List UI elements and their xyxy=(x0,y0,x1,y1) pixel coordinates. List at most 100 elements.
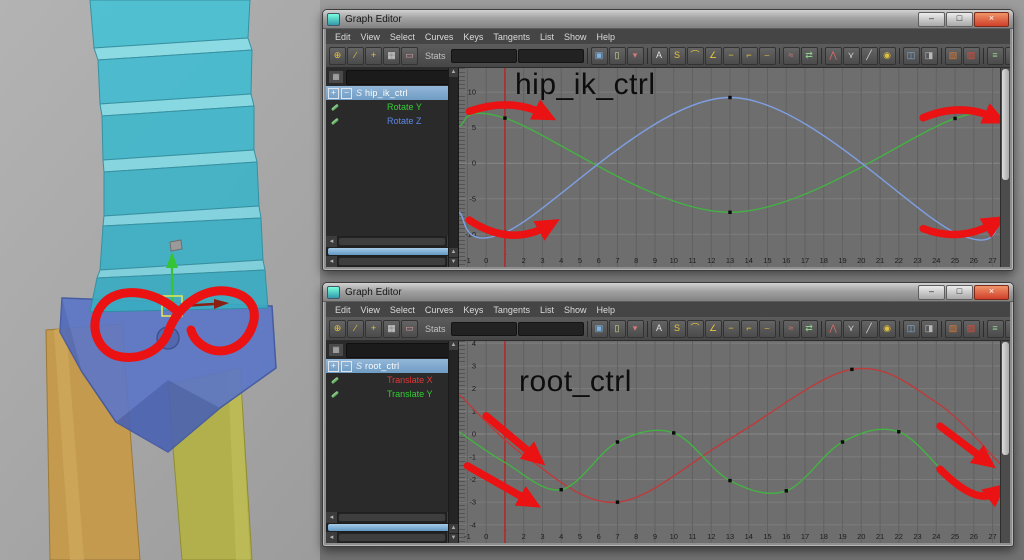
buffer-curve-snapshot-icon[interactable]: ≈ xyxy=(782,319,800,338)
plateau-tangents-icon[interactable]: ⌣ xyxy=(758,319,776,338)
swap-buffer-curves-icon[interactable]: ⇄ xyxy=(800,319,818,338)
auto-tangents-icon[interactable]: A xyxy=(650,319,668,338)
insert-keys-tool-icon[interactable]: ∕ xyxy=(347,319,364,338)
lock-tangent-weight-icon[interactable]: ◉ xyxy=(878,319,896,338)
center-current-time-icon[interactable]: ▾ xyxy=(626,319,644,338)
menu-curves[interactable]: Curves xyxy=(420,31,459,43)
channel-row-rotate-y[interactable]: Rotate Y xyxy=(326,100,458,114)
timeline-hscrollbar[interactable]: ◂ ▸ xyxy=(326,256,458,267)
menu-help[interactable]: Help xyxy=(591,304,620,316)
curve-chart[interactable]: -101234567891011121314151617181920212223… xyxy=(459,341,1000,543)
clamped-tangents-icon[interactable]: ⌒ xyxy=(686,46,704,65)
keyframe-dot[interactable] xyxy=(672,431,676,435)
region-select-keys-icon[interactable]: ▭ xyxy=(401,46,418,65)
timeline-hscrollbar[interactable]: ◂ ▸ xyxy=(326,532,458,543)
manipulator-center-cube[interactable] xyxy=(169,239,183,252)
frame-playback-range-icon[interactable]: ▯ xyxy=(608,319,626,338)
menu-tangents[interactable]: Tangents xyxy=(488,31,535,43)
scroll-left-icon[interactable]: ◂ xyxy=(326,512,337,523)
outliner-node-row[interactable]: + − S root_ctrl xyxy=(326,359,458,373)
menu-select[interactable]: Select xyxy=(385,31,420,43)
value-snap-icon[interactable]: ◨ xyxy=(920,46,938,65)
lattice-deform-keys-icon[interactable]: ▦ xyxy=(383,319,400,338)
keyframe-dot[interactable] xyxy=(615,440,620,444)
stats-time-field[interactable] xyxy=(450,48,517,63)
step-tangents-icon[interactable]: ⌐ xyxy=(740,46,758,65)
keyframe-dot[interactable] xyxy=(503,116,507,120)
break-tangents-icon[interactable]: ⋀ xyxy=(824,319,842,338)
channel-row-translate-x[interactable]: Translate X xyxy=(326,373,458,387)
time-snap-icon[interactable]: ◫ xyxy=(902,46,920,65)
keyframe-dot[interactable] xyxy=(728,95,732,100)
scroll-down-icon[interactable]: ▼ xyxy=(449,534,458,543)
scroll-up-icon[interactable]: ▲ xyxy=(449,68,458,77)
timeline-range-bar[interactable] xyxy=(326,523,458,532)
outliner-display-icon[interactable]: ▦ xyxy=(328,343,344,357)
menu-view[interactable]: View xyxy=(356,304,385,316)
linear-tangents-icon[interactable]: ∠ xyxy=(704,46,722,65)
menu-view[interactable]: View xyxy=(356,31,385,43)
collapse-icon[interactable]: − xyxy=(341,360,352,372)
menu-tangents[interactable]: Tangents xyxy=(488,304,535,316)
menu-list[interactable]: List xyxy=(535,304,559,316)
minimize-button[interactable]: – xyxy=(918,11,945,27)
keyframe-dot[interactable] xyxy=(897,430,901,434)
expand-icon[interactable]: + xyxy=(328,87,339,99)
minimize-button[interactable]: – xyxy=(918,284,945,300)
buffer-curve-snapshot-icon[interactable]: ≈ xyxy=(782,46,800,65)
region-select-keys-icon[interactable]: ▭ xyxy=(401,319,418,338)
swap-buffer-curves-icon[interactable]: ⇄ xyxy=(800,46,818,65)
pin-channel-icon[interactable]: ▨ xyxy=(962,46,980,65)
value-snap-icon[interactable]: ◨ xyxy=(920,319,938,338)
unify-tangents-icon[interactable]: ⋎ xyxy=(842,319,860,338)
free-tangent-weight-icon[interactable]: ╱ xyxy=(860,319,878,338)
keyframe-dot[interactable] xyxy=(850,367,854,372)
keyframe-dot[interactable] xyxy=(728,478,732,483)
outliner-hscrollbar[interactable]: ◂ ▸ xyxy=(326,236,458,247)
close-button[interactable]: × xyxy=(974,11,1009,27)
add-keys-tool-icon[interactable]: + xyxy=(365,46,382,65)
keyframe-dot[interactable] xyxy=(559,487,563,492)
normalized-curves-icon[interactable]: ≋ xyxy=(1004,46,1010,65)
stats-value-field[interactable] xyxy=(517,321,584,336)
menu-keys[interactable]: Keys xyxy=(458,304,488,316)
flat-tangents-icon[interactable]: − xyxy=(722,46,740,65)
curve-chart[interactable]: -101234567891011121314151617181920212223… xyxy=(459,68,1000,267)
clamped-tangents-icon[interactable]: ⌒ xyxy=(686,319,704,338)
move-nearest-pick-key-icon[interactable]: ⊕ xyxy=(329,319,346,338)
outliner-display-icon[interactable]: ▦ xyxy=(328,70,344,84)
outliner-hscrollbar[interactable]: ◂ ▸ xyxy=(326,512,458,523)
pin-channel-icon[interactable]: ▨ xyxy=(962,319,980,338)
maximize-button[interactable]: □ xyxy=(946,284,973,300)
lattice-deform-keys-icon[interactable]: ▦ xyxy=(383,46,400,65)
menu-help[interactable]: Help xyxy=(591,31,620,43)
menu-edit[interactable]: Edit xyxy=(330,304,356,316)
channel-row-rotate-z[interactable]: Rotate Z xyxy=(326,114,458,128)
scroll-up-icon[interactable]: ▲ xyxy=(449,341,458,350)
collapse-icon[interactable]: − xyxy=(341,87,352,99)
insert-keys-tool-icon[interactable]: ∕ xyxy=(347,46,364,65)
normalized-curves-icon[interactable]: ≋ xyxy=(1004,319,1010,338)
channel-tree[interactable]: + − S root_ctrl Translate X Translate Y xyxy=(326,359,458,512)
channel-row-translate-y[interactable]: Translate Y xyxy=(326,387,458,401)
expand-icon[interactable]: + xyxy=(328,360,339,372)
flat-tangents-icon[interactable]: − xyxy=(722,319,740,338)
menu-show[interactable]: Show xyxy=(559,31,592,43)
outliner-vscrollbar[interactable]: ▲ ▲ ▼ xyxy=(448,68,458,267)
spline-tangents-icon[interactable]: S xyxy=(668,46,686,65)
keyframe-dot[interactable] xyxy=(615,500,620,504)
frame-all-icon[interactable]: ▣ xyxy=(590,46,608,65)
scroll-left-icon[interactable]: ◂ xyxy=(326,532,337,543)
stats-value-field[interactable] xyxy=(517,48,584,63)
maximize-button[interactable]: □ xyxy=(946,11,973,27)
scroll-left-icon[interactable]: ◂ xyxy=(326,256,337,267)
unify-tangents-icon[interactable]: ⋎ xyxy=(842,46,860,65)
spine-boxes[interactable] xyxy=(89,0,269,313)
template-channel-icon[interactable]: ▧ xyxy=(944,46,962,65)
channel-filter-input[interactable] xyxy=(346,69,462,85)
outliner-node-row[interactable]: + − S hip_ik_ctrl xyxy=(326,86,458,100)
close-button[interactable]: × xyxy=(974,284,1009,300)
menu-show[interactable]: Show xyxy=(559,304,592,316)
window-titlebar[interactable]: Graph Editor – □ × xyxy=(323,283,1013,302)
keyframe-dot[interactable] xyxy=(840,440,845,444)
